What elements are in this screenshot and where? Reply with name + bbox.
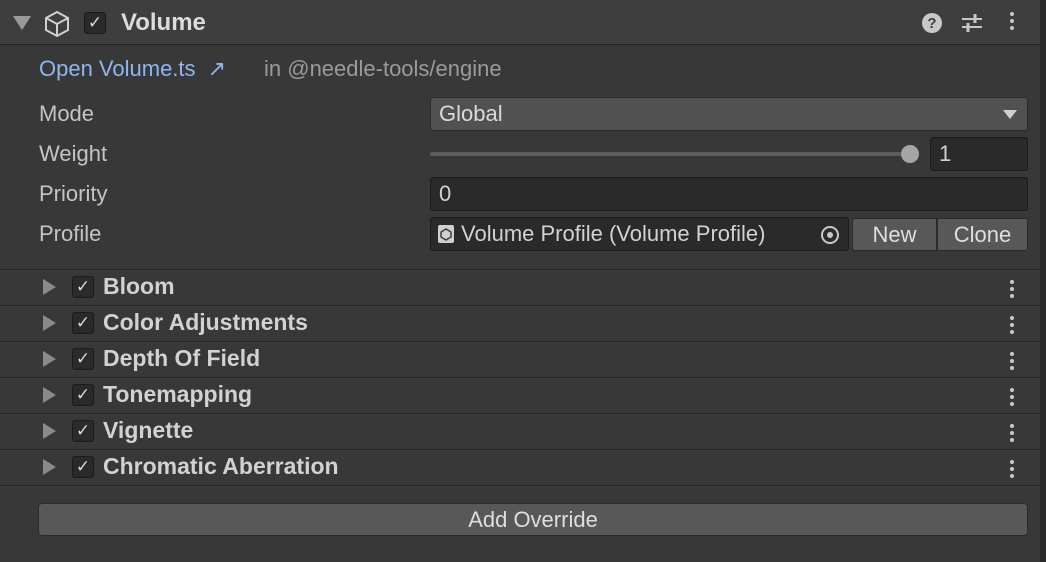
cube-icon	[45, 10, 69, 38]
override-enabled-checkbox[interactable]: ✓	[72, 384, 94, 406]
override-kebab-menu-icon[interactable]	[1009, 460, 1015, 478]
new-profile-button[interactable]: New	[852, 218, 937, 251]
expand-arrow-icon[interactable]	[43, 387, 56, 403]
override-kebab-menu-icon[interactable]	[1009, 316, 1015, 334]
override-row-tonemapping[interactable]: ✓ Tonemapping	[0, 377, 1040, 412]
override-kebab-menu-icon[interactable]	[1009, 388, 1015, 406]
object-picker-icon[interactable]	[820, 225, 840, 245]
profile-value: Volume Profile (Volume Profile)	[461, 221, 766, 246]
preset-icon[interactable]	[960, 12, 984, 34]
expand-arrow-icon[interactable]	[43, 351, 56, 367]
expand-arrow-icon[interactable]	[43, 459, 56, 475]
expand-arrow-icon[interactable]	[43, 423, 56, 439]
override-enabled-checkbox[interactable]: ✓	[72, 420, 94, 442]
override-label: Color Adjustments	[103, 309, 308, 335]
component-kebab-menu-icon[interactable]	[1009, 12, 1015, 30]
override-label: Bloom	[103, 273, 175, 299]
override-label: Tonemapping	[103, 381, 253, 407]
external-link-icon: ↗	[207, 56, 227, 81]
priority-value: 0	[439, 181, 452, 206]
add-override-button[interactable]: Add Override	[38, 503, 1028, 536]
override-row-depth-of-field[interactable]: ✓ Depth Of Field	[0, 341, 1040, 376]
override-row-color-adjustments[interactable]: ✓ Color Adjustments	[0, 305, 1040, 340]
override-label: Depth Of Field	[103, 345, 261, 371]
priority-input[interactable]: 0	[430, 177, 1028, 211]
fold-arrow-icon[interactable]	[13, 16, 31, 30]
override-enabled-checkbox[interactable]: ✓	[72, 312, 94, 334]
override-row-bloom[interactable]: ✓ Bloom	[0, 269, 1040, 304]
component-header[interactable]: ✓ Volume ?	[0, 0, 1040, 45]
expand-arrow-icon[interactable]	[43, 315, 56, 331]
override-enabled-checkbox[interactable]: ✓	[72, 348, 94, 370]
help-icon[interactable]: ?	[921, 12, 943, 34]
override-label: Chromatic Aberration	[103, 453, 339, 479]
component-title: Volume	[121, 9, 206, 36]
open-script-text: Open Volume.ts	[39, 56, 196, 81]
clone-profile-button[interactable]: Clone	[937, 218, 1028, 251]
volume-profile-icon	[438, 225, 454, 243]
override-kebab-menu-icon[interactable]	[1009, 280, 1015, 298]
mode-label: Mode	[39, 101, 95, 126]
override-kebab-menu-icon[interactable]	[1009, 352, 1015, 370]
mode-value: Global	[439, 101, 503, 126]
profile-object-field[interactable]: Volume Profile (Volume Profile)	[430, 217, 849, 251]
override-row-chromatic-aberration[interactable]: ✓ Chromatic Aberration	[0, 449, 1040, 486]
svg-text:?: ?	[927, 15, 936, 32]
override-enabled-checkbox[interactable]: ✓	[72, 456, 94, 478]
override-label: Vignette	[103, 417, 194, 443]
mode-dropdown[interactable]: Global	[430, 97, 1028, 131]
package-label: in @needle-tools/engine	[264, 56, 502, 81]
weight-slider-thumb[interactable]	[901, 145, 919, 163]
weight-label: Weight	[39, 141, 108, 166]
component-enabled-checkbox[interactable]: ✓	[84, 12, 106, 34]
weight-value: 1	[939, 141, 952, 166]
priority-label: Priority	[39, 181, 108, 206]
override-row-vignette[interactable]: ✓ Vignette	[0, 413, 1040, 448]
panel-edge	[1040, 0, 1046, 562]
weight-slider-track[interactable]	[430, 152, 910, 156]
expand-arrow-icon[interactable]	[43, 279, 56, 295]
profile-label: Profile	[39, 221, 102, 246]
override-enabled-checkbox[interactable]: ✓	[72, 276, 94, 298]
override-kebab-menu-icon[interactable]	[1009, 424, 1015, 442]
open-script-link[interactable]: Open Volume.ts ↗	[39, 56, 226, 82]
weight-input[interactable]: 1	[930, 137, 1028, 171]
chevron-down-icon	[1003, 110, 1017, 119]
